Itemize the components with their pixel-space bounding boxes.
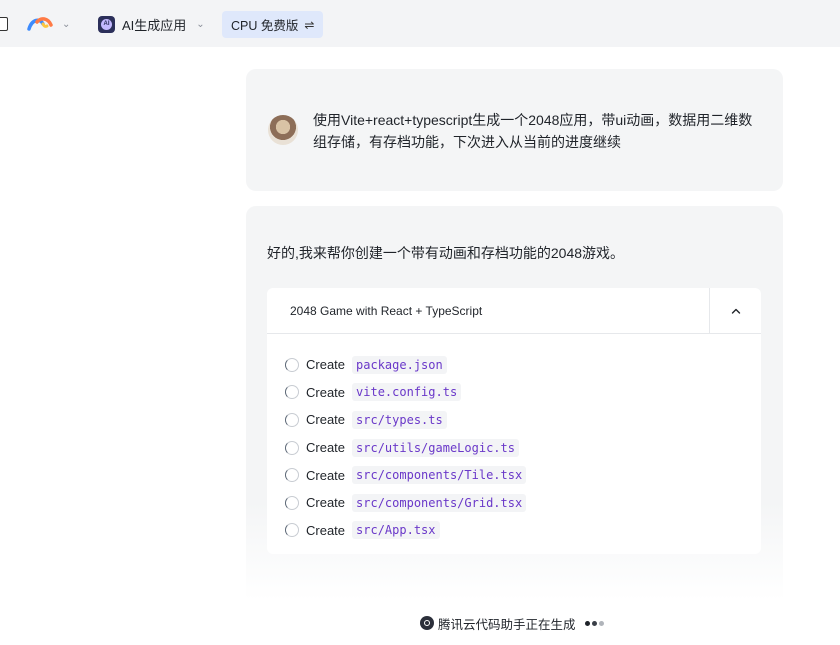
avatar [268,115,298,145]
task-panel-header[interactable]: 2048 Game with React + TypeScript [267,288,761,334]
task-action-label: Create [306,357,346,373]
app-name: AI生成应用 [122,17,187,33]
cpu-plan-chip[interactable]: CPU 免费版 ⇌ [222,11,324,38]
generation-status: 腾讯云代码助手正在生成 [420,614,606,632]
loading-spinner-icon [285,385,299,400]
loading-spinner-icon [285,523,299,538]
task-action-label: Create [306,412,346,428]
loading-spinner-icon [285,495,299,510]
chevron-down-icon: ⌄ [62,18,71,30]
task-panel: 2048 Game with React + TypeScript Create… [267,288,761,554]
cpu-plan-label: CPU 免费版 [231,19,299,33]
task-action-label: Create [306,384,346,400]
task-action-label: Create [306,495,346,511]
assistant-status-icon [420,616,434,630]
file-path: src/types.ts [352,410,447,429]
status-text: 腾讯云代码助手正在生成 [438,617,576,632]
file-path: src/utils/gameLogic.ts [352,438,519,457]
file-path: src/App.tsx [352,521,440,540]
list-item: Create src/components/Grid.tsx [285,489,527,517]
typing-indicator-icon [584,620,606,626]
task-panel-title: 2048 Game with React + TypeScript [290,303,483,318]
ai-app-icon: AI [98,15,115,33]
task-action-label: Create [306,440,346,456]
assistant-intro-text: 好的,我来帮你创建一个带有动画和存档功能的2048游戏。 [267,245,625,261]
user-message-text: 使用Vite+react+typescript生成一个2048应用，带ui动画，… [313,112,753,150]
app-selector[interactable]: AI AI生成应用 ⌄ [98,13,205,35]
file-path: src/components/Tile.tsx [352,466,527,485]
list-item: Create package.json [285,351,526,379]
file-path: src/components/Grid.tsx [352,493,527,512]
colorful-arc-logo-icon [27,17,53,31]
file-path: vite.config.ts [352,383,462,402]
loading-spinner-icon [285,440,299,455]
list-item: Create src/App.tsx [285,517,526,545]
chevron-up-icon [731,308,740,314]
file-path: package.json [352,355,447,374]
task-action-label: Create [306,522,346,538]
collapse-button[interactable] [709,288,761,334]
loading-spinner-icon [285,357,299,372]
swap-icon: ⇌ [304,17,315,32]
user-message-card: 使用Vite+react+typescript生成一个2048应用，带ui动画，… [246,69,783,191]
chevron-down-icon: ⌄ [196,18,205,30]
assistant-message-card: 好的,我来帮你创建一个带有动画和存档功能的2048游戏。 2048 Game w… [246,206,783,601]
list-item: Create vite.config.ts [285,379,526,407]
task-action-label: Create [306,467,346,483]
logo-selector[interactable]: ⌄ [26,13,70,35]
list-item: Create src/utils/gameLogic.ts [285,434,526,462]
task-list: Create package.json Create vite.config.t… [285,351,527,545]
sidebar-toggle-icon[interactable] [0,17,8,31]
loading-spinner-icon [285,412,299,427]
top-toolbar: ⌄ AI AI生成应用 ⌄ CPU 免费版 ⇌ [0,0,840,47]
list-item: Create src/types.ts [285,406,526,434]
list-item: Create src/components/Tile.tsx [285,461,527,489]
loading-spinner-icon [285,468,299,483]
